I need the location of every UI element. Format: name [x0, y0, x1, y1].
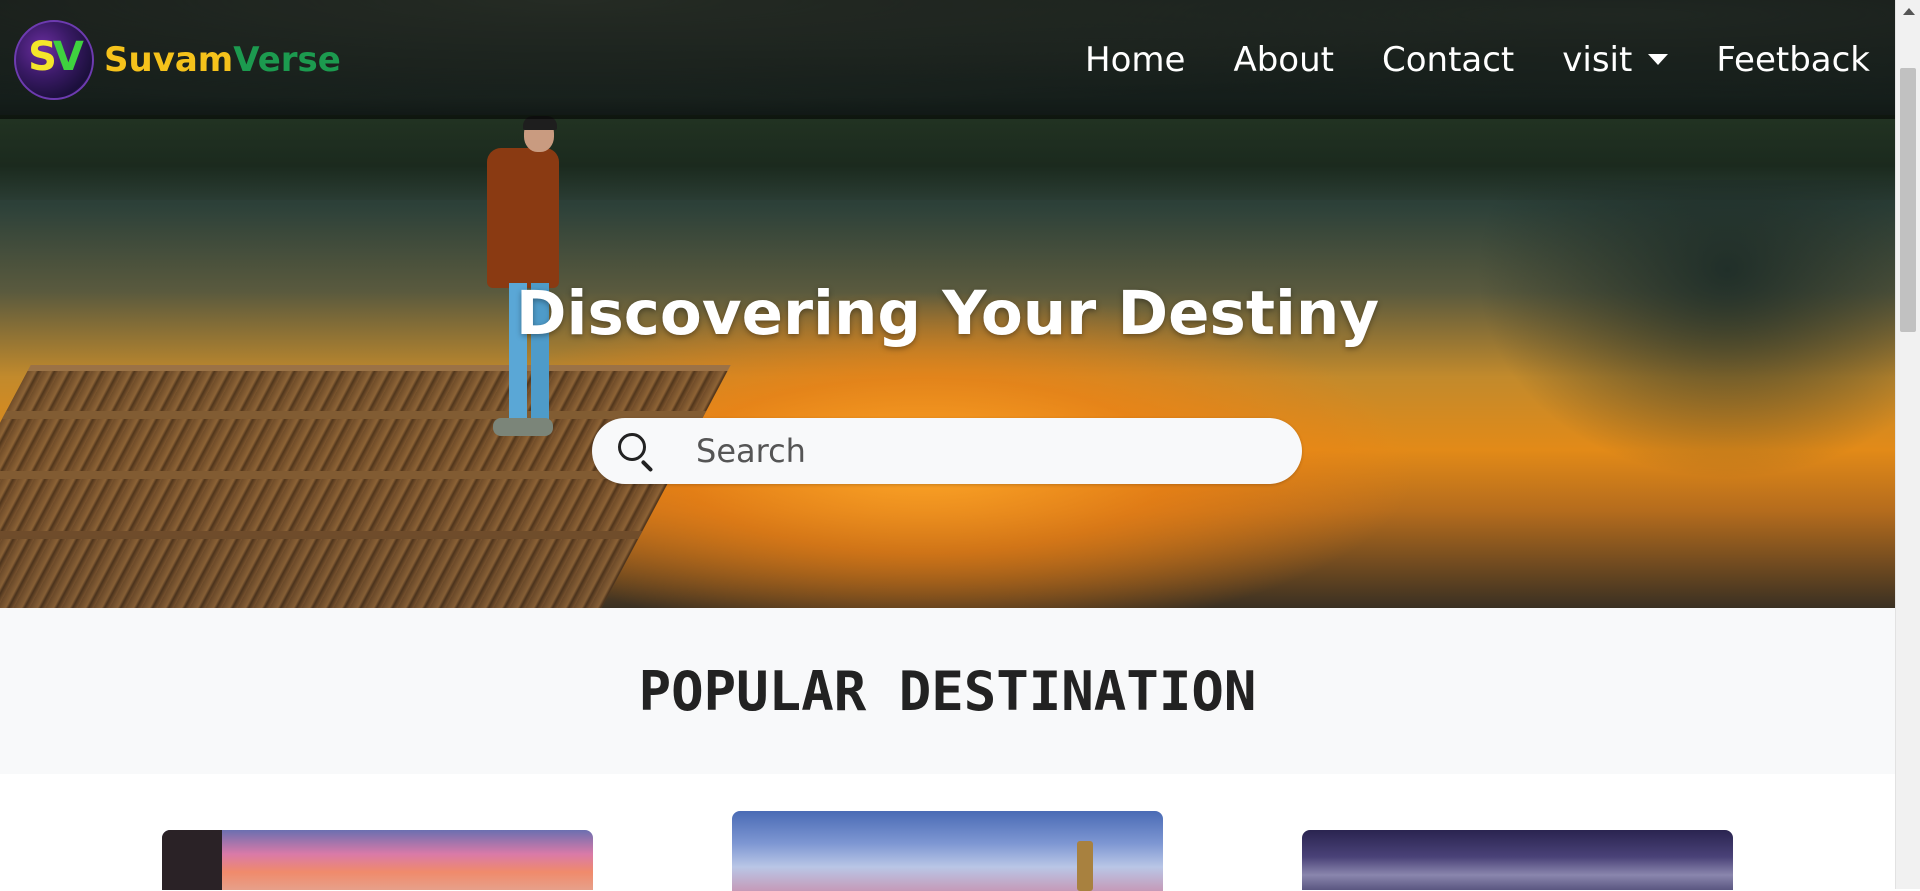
destination-card-image[interactable] — [1302, 830, 1733, 890]
caret-down-icon — [1648, 54, 1669, 65]
brand-logo[interactable]: SV SuvamVerse — [14, 19, 341, 100]
search-bar[interactable] — [592, 418, 1302, 484]
search-input[interactable] — [694, 420, 1302, 482]
logo-letter-s: S — [28, 33, 57, 80]
destination-card-image[interactable] — [732, 811, 1163, 891]
nav-dropdown-visit[interactable]: visit — [1562, 39, 1669, 80]
page-scrollbar[interactable] — [1895, 0, 1920, 889]
hero-title: Discovering Your Destiny — [515, 278, 1380, 349]
popular-title: POPULAR DESTINATION — [638, 660, 1257, 723]
nav-link-about[interactable]: About — [1233, 40, 1334, 80]
nav-link-home[interactable]: Home — [1085, 40, 1185, 80]
destination-cards — [0, 774, 1895, 891]
brand-name-part1: Suvam — [104, 39, 234, 80]
nav-links: Home About Contact visit Feetback — [1037, 40, 1870, 80]
popular-section: POPULAR DESTINATION — [0, 608, 1895, 774]
scroll-up-arrow-icon[interactable] — [1903, 8, 1915, 15]
brand-name-part2: Verse — [233, 39, 341, 80]
logo-badge: SV — [14, 19, 94, 100]
brand-name: SuvamVerse — [104, 40, 341, 80]
destination-card-image[interactable] — [162, 830, 593, 890]
search-icon[interactable] — [614, 429, 658, 473]
nav-link-contact[interactable]: Contact — [1382, 40, 1514, 80]
logo-letter-v: V — [52, 33, 84, 80]
nav-link-feetback[interactable]: Feetback — [1716, 40, 1870, 80]
top-navbar: SV SuvamVerse Home About Contact visit F… — [0, 0, 1895, 119]
scroll-thumb[interactable] — [1900, 68, 1916, 332]
nav-dropdown-visit-label: visit — [1562, 39, 1633, 80]
